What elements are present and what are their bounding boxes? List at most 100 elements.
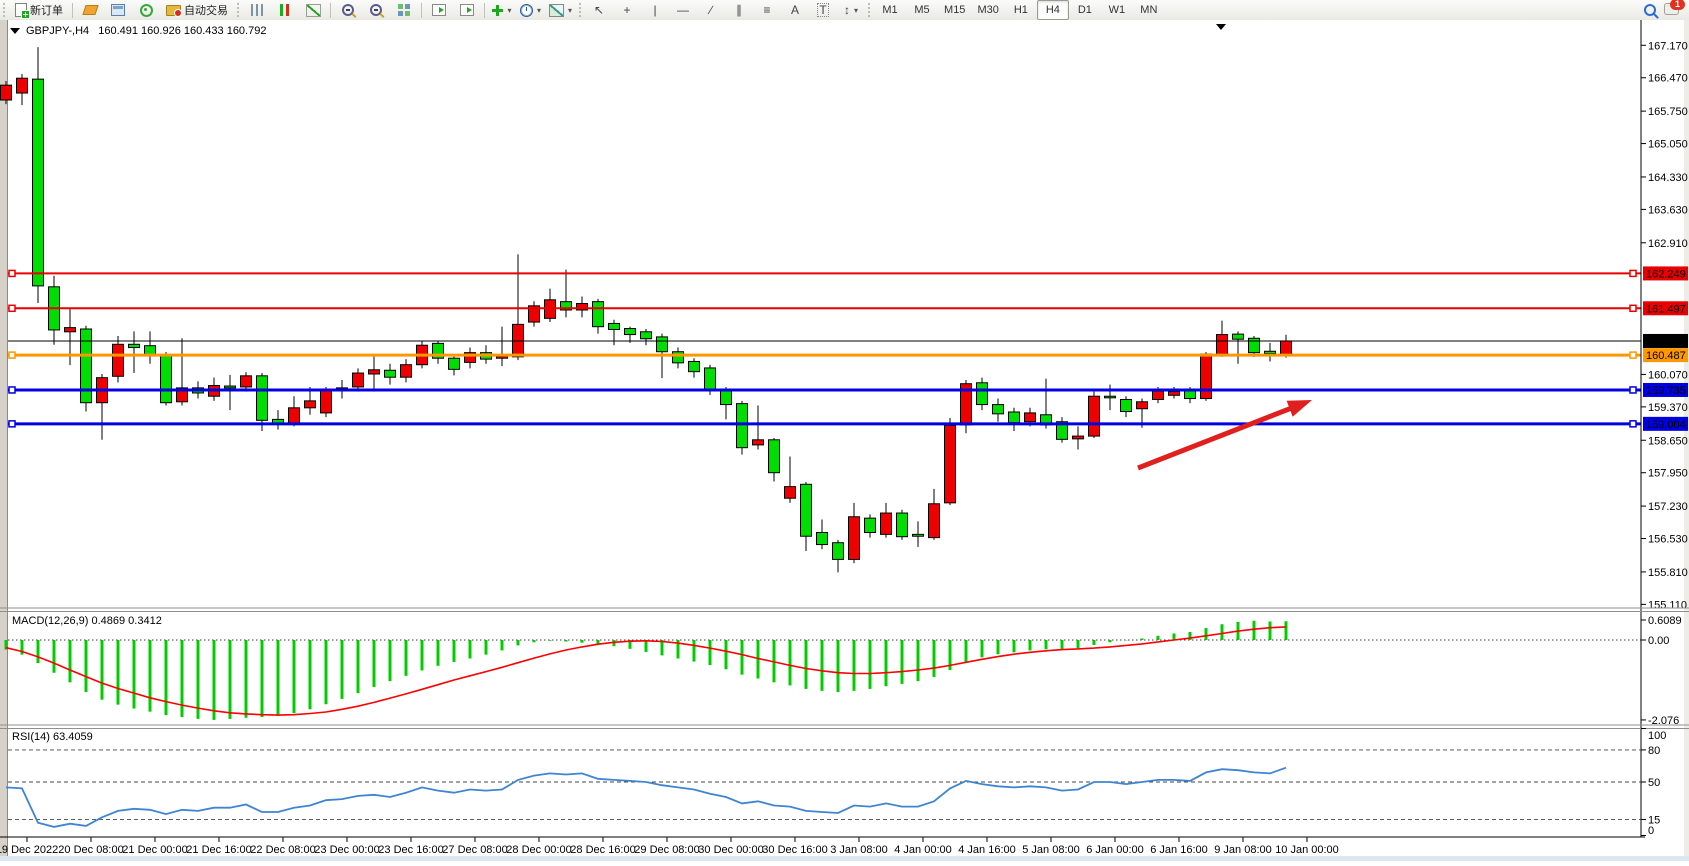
line-handle[interactable] — [9, 387, 15, 393]
trend-arrow-annotation[interactable] — [1138, 400, 1312, 468]
price-tick-label: 165.750 — [1648, 106, 1688, 118]
status-strip — [0, 856, 1689, 861]
price-tick-label: 167.170 — [1648, 40, 1688, 52]
candle-down — [673, 352, 684, 363]
line-handle[interactable] — [9, 305, 15, 311]
chart-shift-marker[interactable] — [1216, 24, 1226, 30]
line-handle[interactable] — [9, 421, 15, 427]
candle-up — [1089, 396, 1100, 436]
time-tick-label: 5 Jan 08:00 — [1022, 844, 1080, 856]
channel-tool[interactable]: ∥ — [725, 0, 753, 20]
line-chart-button[interactable] — [299, 0, 327, 20]
arrow-shaft[interactable] — [1138, 407, 1293, 468]
candle-down — [737, 404, 748, 448]
vline-tool[interactable]: | — [641, 0, 669, 20]
indicators-button[interactable]: ▾ — [488, 0, 516, 20]
rsi-scale-label: 0 — [1648, 825, 1654, 837]
candle-up — [321, 390, 332, 413]
line-handle[interactable] — [9, 270, 15, 276]
timeframe-h4[interactable]: H4 — [1037, 0, 1069, 20]
time-tick-label: 4 Jan 00:00 — [894, 844, 952, 856]
label-tool[interactable]: T — [809, 0, 837, 20]
candle-up — [1153, 391, 1164, 399]
candle-down — [913, 534, 924, 536]
highlight-button[interactable] — [76, 0, 104, 20]
shapes-tool[interactable]: ↕▾ — [837, 0, 865, 20]
toolbar-grip[interactable] — [3, 3, 5, 17]
bar-chart-button[interactable] — [243, 0, 271, 20]
candle-down — [1233, 334, 1244, 339]
chart-shift-button[interactable] — [453, 0, 481, 20]
candlestick-icon — [279, 4, 291, 16]
search-button[interactable] — [1636, 0, 1664, 20]
level-line-161.497[interactable] — [8, 301, 1688, 315]
chart-canvas[interactable]: 162.249161.497160.487159.735159.004160.7… — [0, 20, 1689, 861]
timeframe-w1[interactable]: W1 — [1101, 0, 1133, 20]
market-watch-button[interactable] — [104, 0, 132, 20]
timeframe-toolbar: M1M5M15M30H1H4D1W1MN — [874, 0, 1165, 20]
timeframe-mn[interactable]: MN — [1133, 0, 1165, 20]
candle-down — [817, 533, 828, 545]
new-order-label: 新订单 — [30, 2, 63, 18]
line-handle[interactable] — [1630, 387, 1636, 393]
new-order-button[interactable]: 新订单 — [9, 0, 69, 20]
time-tick-label: 29 Dec 08:00 — [634, 844, 699, 856]
timeframe-d1[interactable]: D1 — [1069, 0, 1101, 20]
text-tool[interactable]: A — [781, 0, 809, 20]
crosshair-tool[interactable]: + — [613, 0, 641, 20]
line-handle[interactable] — [9, 352, 15, 358]
line-handle[interactable] — [1630, 352, 1636, 358]
signals-button[interactable] — [132, 0, 160, 20]
zoom-out-button[interactable] — [362, 0, 390, 20]
periods-button[interactable]: ▾ — [516, 0, 545, 20]
trendline-tool-icon: ∕ — [710, 4, 712, 16]
time-tick-label: 28 Dec 16:00 — [570, 844, 635, 856]
line-handle[interactable] — [1630, 421, 1636, 427]
chart-window[interactable]: 162.249161.497160.487159.735159.004160.7… — [0, 20, 1689, 861]
timeframe-m30[interactable]: M30 — [971, 0, 1004, 20]
toolbar-grip[interactable] — [579, 3, 581, 17]
separator — [330, 3, 331, 18]
line-handle[interactable] — [1630, 305, 1636, 311]
symbol-dropdown-icon[interactable] — [10, 28, 20, 34]
timeframe-h1[interactable]: H1 — [1005, 0, 1037, 20]
separator — [421, 3, 422, 18]
notifications-button[interactable]: 1 — [1664, 3, 1679, 18]
toolbar-grip[interactable] — [868, 3, 870, 17]
level-line-162.249[interactable] — [8, 266, 1688, 280]
candle-down — [1185, 391, 1196, 399]
tile-windows-button[interactable] — [390, 0, 418, 20]
toolbar-grip[interactable] — [237, 3, 239, 17]
auto-scroll-button[interactable] — [425, 0, 453, 20]
chart-title: GBPJPY-,H4 160.491 160.926 160.433 160.7… — [26, 25, 266, 37]
add-indicator-icon — [492, 5, 503, 16]
candle-up — [1217, 335, 1228, 355]
rsi-scale-label: 100 — [1648, 730, 1666, 742]
timeframe-m1[interactable]: M1 — [874, 0, 906, 20]
candle-down — [1105, 396, 1116, 398]
time-tick-label: 23 Dec 16:00 — [378, 844, 443, 856]
auto-scroll-icon — [432, 4, 446, 16]
candle-down — [865, 518, 876, 532]
hline-tool[interactable]: — — [669, 0, 697, 20]
candle-down — [705, 368, 716, 390]
price-tick-label: 162.910 — [1648, 238, 1688, 250]
highlighter-icon — [82, 5, 98, 15]
chevron-down-icon: ▾ — [507, 6, 511, 15]
timeframe-m5[interactable]: M5 — [906, 0, 938, 20]
line-handle[interactable] — [1630, 270, 1636, 276]
candle-down — [993, 405, 1004, 414]
search-icon — [1644, 4, 1656, 16]
price-level-label: 159.004 — [1646, 419, 1686, 431]
fibonacci-tool[interactable]: ≡ — [753, 0, 781, 20]
candle-down — [129, 344, 140, 347]
candlestick-button[interactable] — [271, 0, 299, 20]
level-line-160.487[interactable] — [8, 348, 1688, 362]
auto-trading-button[interactable]: 自动交易 — [160, 0, 234, 20]
zoom-in-button[interactable] — [334, 0, 362, 20]
templates-button[interactable]: ▾ — [545, 0, 576, 20]
time-tick-label: 19 Dec 2022 — [0, 844, 58, 856]
timeframe-m15[interactable]: M15 — [938, 0, 971, 20]
cursor-tool[interactable]: ↖ — [585, 0, 613, 20]
trendline-tool[interactable]: ∕ — [697, 0, 725, 20]
